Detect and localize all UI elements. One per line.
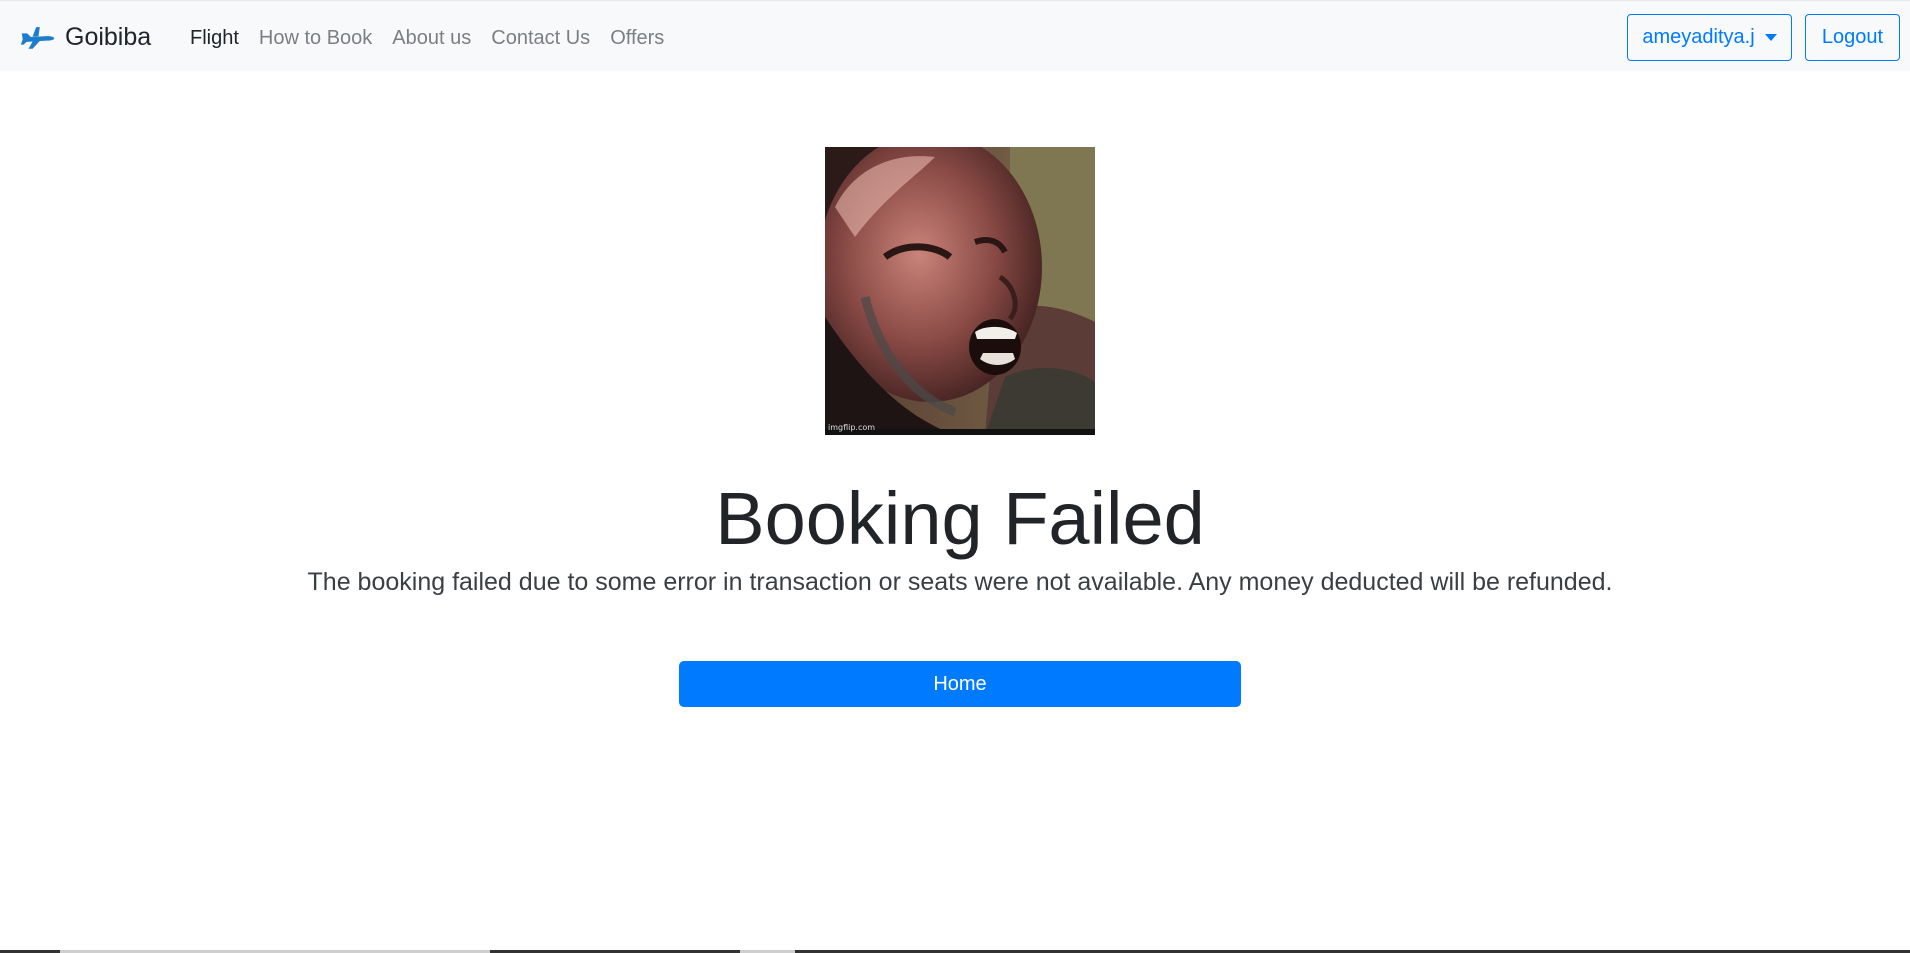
nav-offers[interactable]: Offers — [600, 21, 674, 56]
brand-name: Goibiba — [65, 22, 152, 51]
top-navbar: Goibiba Flight How to Book About us Cont… — [0, 0, 1910, 71]
main-nav: Flight How to Book About us Contact Us O… — [180, 21, 674, 56]
brand-link[interactable]: Goibiba — [20, 19, 151, 55]
home-button[interactable]: Home — [679, 661, 1241, 707]
image-watermark: imgflip.com — [828, 423, 876, 432]
crying-face-illustration — [825, 147, 1095, 435]
failure-image: imgflip.com — [825, 147, 1095, 435]
nav-how-to-book[interactable]: How to Book — [249, 21, 382, 56]
logout-button[interactable]: Logout — [1805, 14, 1900, 61]
chevron-down-icon — [1764, 34, 1777, 41]
nav-contact-us[interactable]: Contact Us — [481, 21, 600, 56]
nav-flight[interactable]: Flight — [180, 21, 249, 56]
airplane-icon — [20, 27, 55, 49]
nav-about-us[interactable]: About us — [382, 21, 481, 56]
failure-message: The booking failed due to some error in … — [307, 568, 1613, 596]
user-menu-label: ameyaditya.j — [1642, 26, 1755, 48]
user-menu-dropdown[interactable]: ameyaditya.j — [1627, 14, 1792, 61]
page-title: Booking Failed — [715, 477, 1205, 560]
